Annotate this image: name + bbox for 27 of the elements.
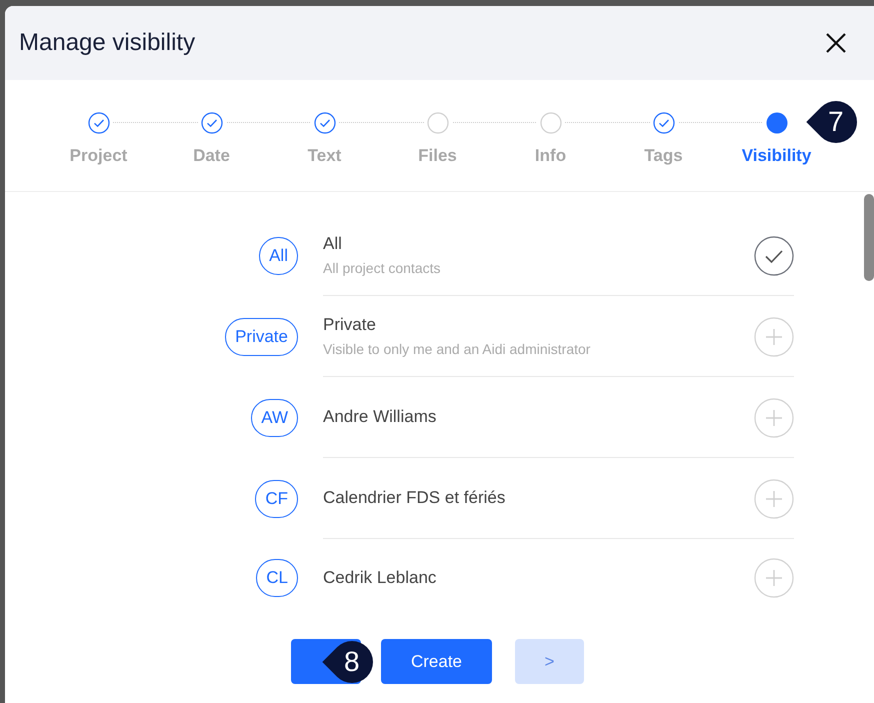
initials-badge: AW xyxy=(251,398,298,436)
check-icon[interactable] xyxy=(754,236,794,276)
dialog-title: Manage visibility xyxy=(19,29,196,57)
plus-icon[interactable] xyxy=(754,558,794,598)
option-description: Visible to only me and an Aidi administrator xyxy=(323,341,592,357)
option-name: Calendrier FDS et fériés xyxy=(323,488,506,508)
step-tab[interactable]: Tags xyxy=(644,146,683,166)
initials-badge: CL xyxy=(256,559,298,597)
step-tab[interactable]: Date xyxy=(193,146,230,166)
option-name: Andre Williams xyxy=(323,407,438,427)
plus-icon[interactable] xyxy=(754,316,794,356)
scrollbar-thumb[interactable] xyxy=(864,194,874,281)
option-name: Cedrik Leblanc xyxy=(323,568,438,588)
step-tab[interactable]: Info xyxy=(534,146,566,166)
initials-badge: Private xyxy=(225,318,298,356)
option-name: Private xyxy=(323,315,377,335)
plus-icon[interactable] xyxy=(754,478,794,518)
step-tab[interactable]: Files xyxy=(418,146,457,166)
close-icon[interactable] xyxy=(825,32,847,54)
option-description: All project contacts xyxy=(323,260,442,276)
initials-badge: All xyxy=(259,236,298,274)
plus-icon[interactable] xyxy=(754,398,794,438)
step-tab[interactable]: Text xyxy=(308,146,342,166)
step-tab[interactable]: Project xyxy=(70,146,128,166)
create-button[interactable]: Create xyxy=(381,639,492,684)
option-name: All xyxy=(323,234,343,254)
initials-badge: CF xyxy=(255,480,298,518)
